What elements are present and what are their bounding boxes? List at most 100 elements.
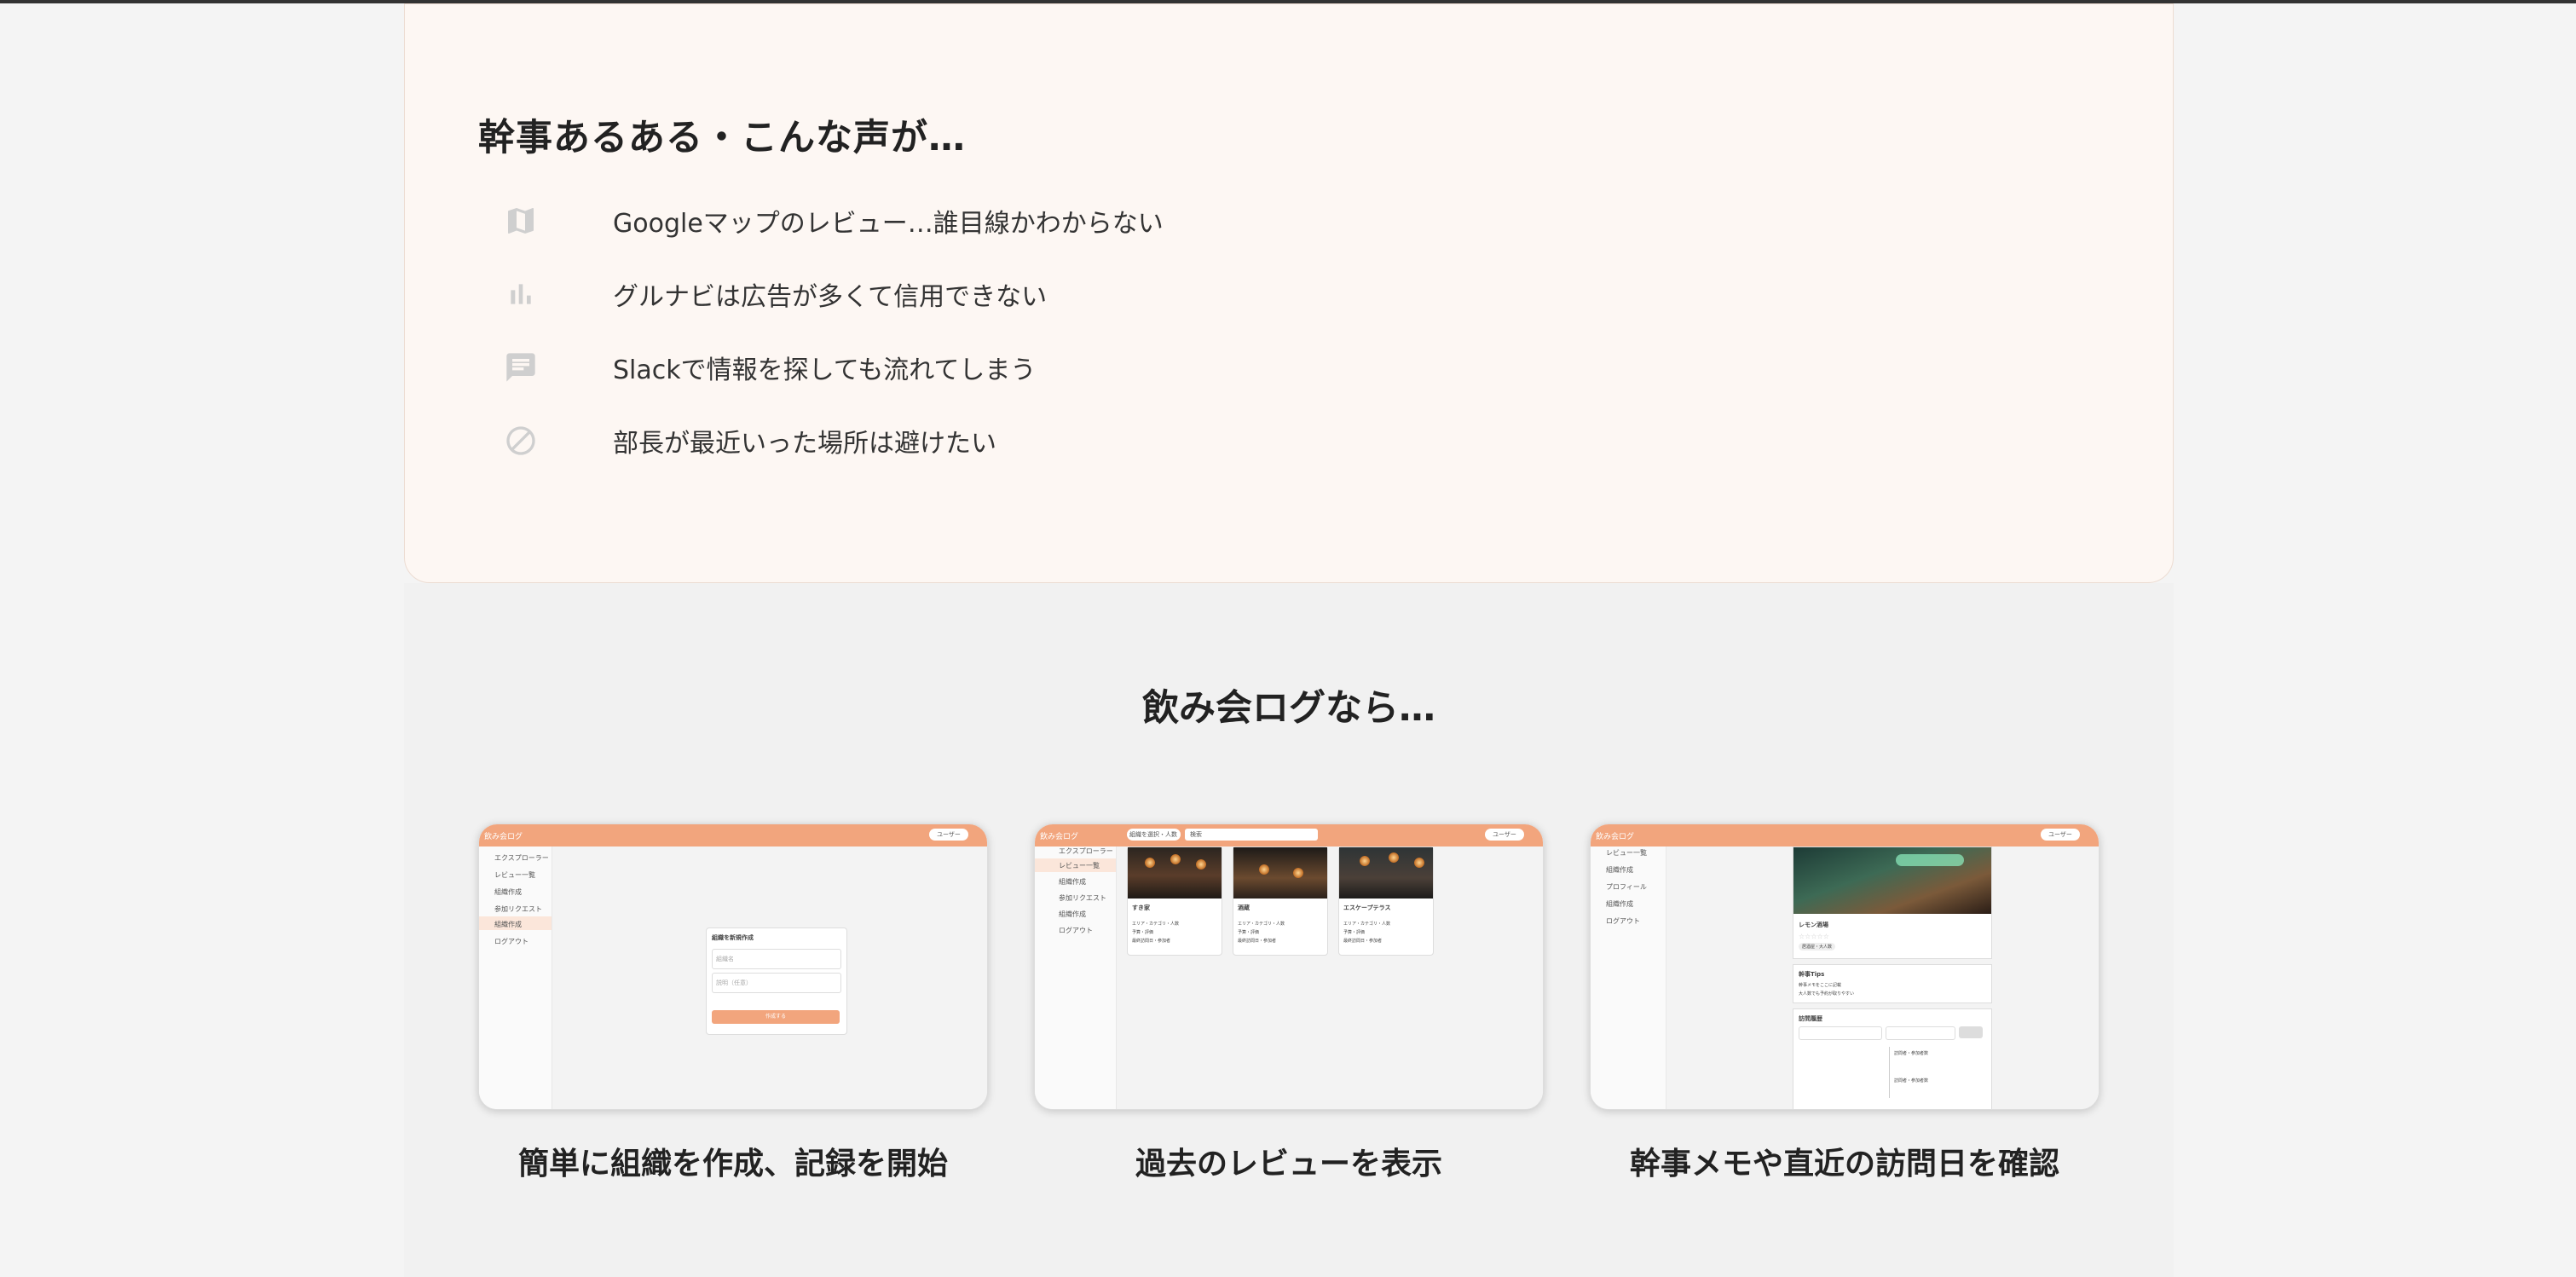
mini-org-select: 組織を選択・人数 (1127, 829, 1181, 841)
mini-nav-item: プロフィール (1606, 883, 1647, 891)
mini-shop-line: エリア・カテゴリ・人数 (1238, 922, 1285, 927)
mini-shop-line: 予算・評価 (1238, 930, 1260, 935)
mini-shop-name: レモン酒場 (1799, 922, 1828, 928)
screenshot-review-list: 飲み会ログ 組織を選択・人数 検索 ユーザー エクスプローラー レビュー一覧 組… (1034, 823, 1544, 1110)
screenshot-create-org: 飲み会ログ ユーザー エクスプローラー レビュー一覧 組織作成 参加リクエスト … (478, 823, 988, 1110)
mini-tips-line: 大人数でも予約が取りやすい (1799, 991, 1855, 997)
map-icon (502, 202, 540, 240)
mini-nav-item: 組織作成 (1059, 878, 1086, 886)
mini-nav-item: ログアウト (494, 938, 528, 945)
mini-history-title: 訪問履歴 (1799, 1015, 1822, 1022)
mini-form-title: 組織を新規作成 (712, 934, 754, 941)
mini-shop-line: 予算・評価 (1343, 930, 1366, 935)
mini-user-menu: ユーザー (2041, 829, 2080, 841)
mini-nav-item: エクスプローラー (494, 854, 549, 862)
mini-header: 飲み会ログ ユーザー (1591, 824, 2099, 847)
problem-item: グルナビは広告が多くて信用できない (502, 270, 1047, 318)
mini-nav-item: 参加リクエスト (1059, 894, 1106, 902)
feature-caption: 簡単に組織を作成、記録を開始 (517, 1147, 948, 1182)
mini-nav-item: ログアウト (1059, 927, 1093, 934)
mini-submit-button: 作成する (712, 1010, 840, 1024)
mini-nav-item: 参加リクエスト (494, 905, 542, 913)
mini-shop-card: エスケープテラス エリア・カテゴリ・人数 予算・評価 最終訪問日・参加者 (1338, 847, 1434, 956)
mini-shop-image (1793, 847, 1991, 914)
mini-history-card: 訪問履歴 訪問者・参加者数 訪問者・参加者数 (1793, 1008, 1992, 1109)
mini-nav-item: 組織作成 (494, 888, 522, 896)
mini-shop-line: 予算・評価 (1132, 930, 1154, 935)
mini-tips-title: 幹事Tips (1799, 971, 1825, 978)
mini-tips-line: 幹事メモをここに記載 (1799, 983, 1842, 988)
mini-shop-header-card: レモン酒場 ☆☆☆☆☆ 居酒屋・大人数 (1793, 847, 1992, 959)
problem-item: Slackで情報を探しても流れてしまう (502, 344, 1036, 391)
mini-tips-card: 幹事Tips 幹事メモをここに記載 大人数でも予約が取りやすい (1793, 964, 1992, 1003)
problem-text: グルナビは広告が多くて信用できない (613, 282, 1048, 312)
mini-sidebar: エクスプローラー レビュー一覧 組織作成 参加リクエスト 組織作成 ログアウト (1035, 847, 1117, 1109)
mini-shop-card: すき家 エリア・カテゴリ・人数 予算・評価 最終訪問日・参加者 (1127, 847, 1222, 956)
mini-logo: 飲み会ログ (1596, 833, 1635, 841)
mini-placeholder: 説明（任意） (716, 979, 752, 986)
chat-icon (502, 349, 540, 386)
mini-header: 飲み会ログ 組織を選択・人数 検索 ユーザー (1035, 824, 1543, 847)
mini-main: レモン酒場 ☆☆☆☆☆ 居酒屋・大人数 幹事Tips 幹事メモをここに記載 大人… (1666, 847, 2099, 1109)
mini-shop-line: 最終訪問日・参加者 (1343, 939, 1383, 944)
mini-shop-card: 酒蔵 エリア・カテゴリ・人数 予算・評価 最終訪問日・参加者 (1233, 847, 1328, 956)
problems-card: 幹事あるある・こんな声が… Googleマップのレビュー…誰目線かわからない グ… (404, 3, 2174, 583)
screenshot-shop-detail: 飲み会ログ ユーザー レビュー一覧 組織作成 プロフィール 組織作成 ログアウト… (1590, 823, 2099, 1110)
mini-search: 検索 (1185, 829, 1318, 841)
mini-shop-line: 最終訪問日・参加者 (1132, 939, 1171, 944)
mini-sidebar: レビュー一覧 組織作成 プロフィール 組織作成 ログアウト (1591, 847, 1666, 1109)
mini-nav-item: 組織作成 (1059, 910, 1086, 918)
mini-tag: 居酒屋・大人数 (1799, 943, 1836, 951)
mini-input (1886, 1026, 1955, 1040)
problem-text: Slackで情報を探しても流れてしまう (613, 355, 1037, 385)
mini-shop-image (1128, 847, 1222, 899)
mini-shop-line: エリア・カテゴリ・人数 (1132, 922, 1180, 927)
problem-item: 部長が最近いった場所は避けたい (502, 417, 996, 465)
mini-nav-item: レビュー一覧 (1059, 862, 1100, 870)
mini-input: 組織名 (712, 949, 841, 969)
block-icon (502, 422, 540, 459)
mini-shop-name: すき家 (1132, 904, 1150, 911)
mini-rating: ☆☆☆☆☆ (1799, 933, 1829, 940)
bar-chart-icon (502, 275, 540, 313)
mini-shop-name: 酒蔵 (1238, 904, 1250, 911)
mini-history-row: 訪問者・参加者数 (1894, 1078, 1929, 1083)
mini-history-row: 訪問者・参加者数 (1894, 1051, 1929, 1056)
mini-logo: 飲み会ログ (1040, 833, 1079, 841)
mini-input: 説明（任意） (712, 973, 841, 993)
mini-nav-item: レビュー一覧 (1606, 849, 1647, 857)
mini-shop-image (1339, 847, 1433, 899)
feature-caption: 過去のレビューを表示 (1135, 1147, 1442, 1182)
neon-sign (1896, 854, 1964, 866)
mini-placeholder: 組織名 (716, 956, 734, 962)
mini-nav-item: 組織作成 (1606, 900, 1633, 908)
feature-shop-detail: 飲み会ログ ユーザー レビュー一覧 組織作成 プロフィール 組織作成 ログアウト… (1590, 823, 2099, 1182)
feature-caption: 幹事メモや直近の訪問日を確認 (1629, 1147, 2059, 1182)
solution-title: 飲み会ログなら… (1142, 687, 1435, 730)
mini-main: 組織を新規作成 組織名 説明（任意） 作成する (552, 847, 987, 1109)
mini-nav-item: 組織作成 (494, 921, 522, 928)
mini-sidebar: エクスプローラー レビュー一覧 組織作成 参加リクエスト 組織作成 ログアウト (479, 847, 552, 1109)
mini-shop-name: エスケープテラス (1343, 904, 1391, 911)
mini-timeline (1889, 1047, 1890, 1098)
mini-user-menu: ユーザー (1485, 829, 1524, 841)
mini-user-menu: ユーザー (929, 829, 968, 841)
problem-text: 部長が最近いった場所は避けたい (613, 429, 996, 459)
mini-input (1799, 1026, 1882, 1040)
solution-section: 飲み会ログなら… 飲み会ログ ユーザー エクスプローラー レビュー一覧 組織作成… (404, 583, 2174, 1277)
mini-nav-item: レビュー一覧 (494, 871, 535, 879)
mini-shop-image (1233, 847, 1327, 899)
mini-main: すき家 エリア・カテゴリ・人数 予算・評価 最終訪問日・参加者 酒蔵 エリア・カ… (1117, 847, 1543, 1109)
feature-create-org: 飲み会ログ ユーザー エクスプローラー レビュー一覧 組織作成 参加リクエスト … (478, 823, 988, 1182)
mini-shop-line: エリア・カテゴリ・人数 (1343, 922, 1391, 927)
mini-nav-item: ログアウト (1606, 917, 1640, 925)
mini-add-button (1959, 1026, 1983, 1038)
mini-header: 飲み会ログ ユーザー (479, 824, 987, 847)
mini-shop-line: 最終訪問日・参加者 (1238, 939, 1277, 944)
mini-nav-item: 組織作成 (1606, 866, 1633, 874)
feature-review-list: 飲み会ログ 組織を選択・人数 検索 ユーザー エクスプローラー レビュー一覧 組… (1034, 823, 1544, 1182)
mini-nav-item: エクスプローラー (1059, 847, 1113, 855)
mini-form-card: 組織を新規作成 組織名 説明（任意） 作成する (706, 927, 847, 1035)
problems-title: 幹事あるある・こんな声が… (478, 117, 966, 159)
problem-item: Googleマップのレビュー…誰目線かわからない (502, 197, 1164, 245)
